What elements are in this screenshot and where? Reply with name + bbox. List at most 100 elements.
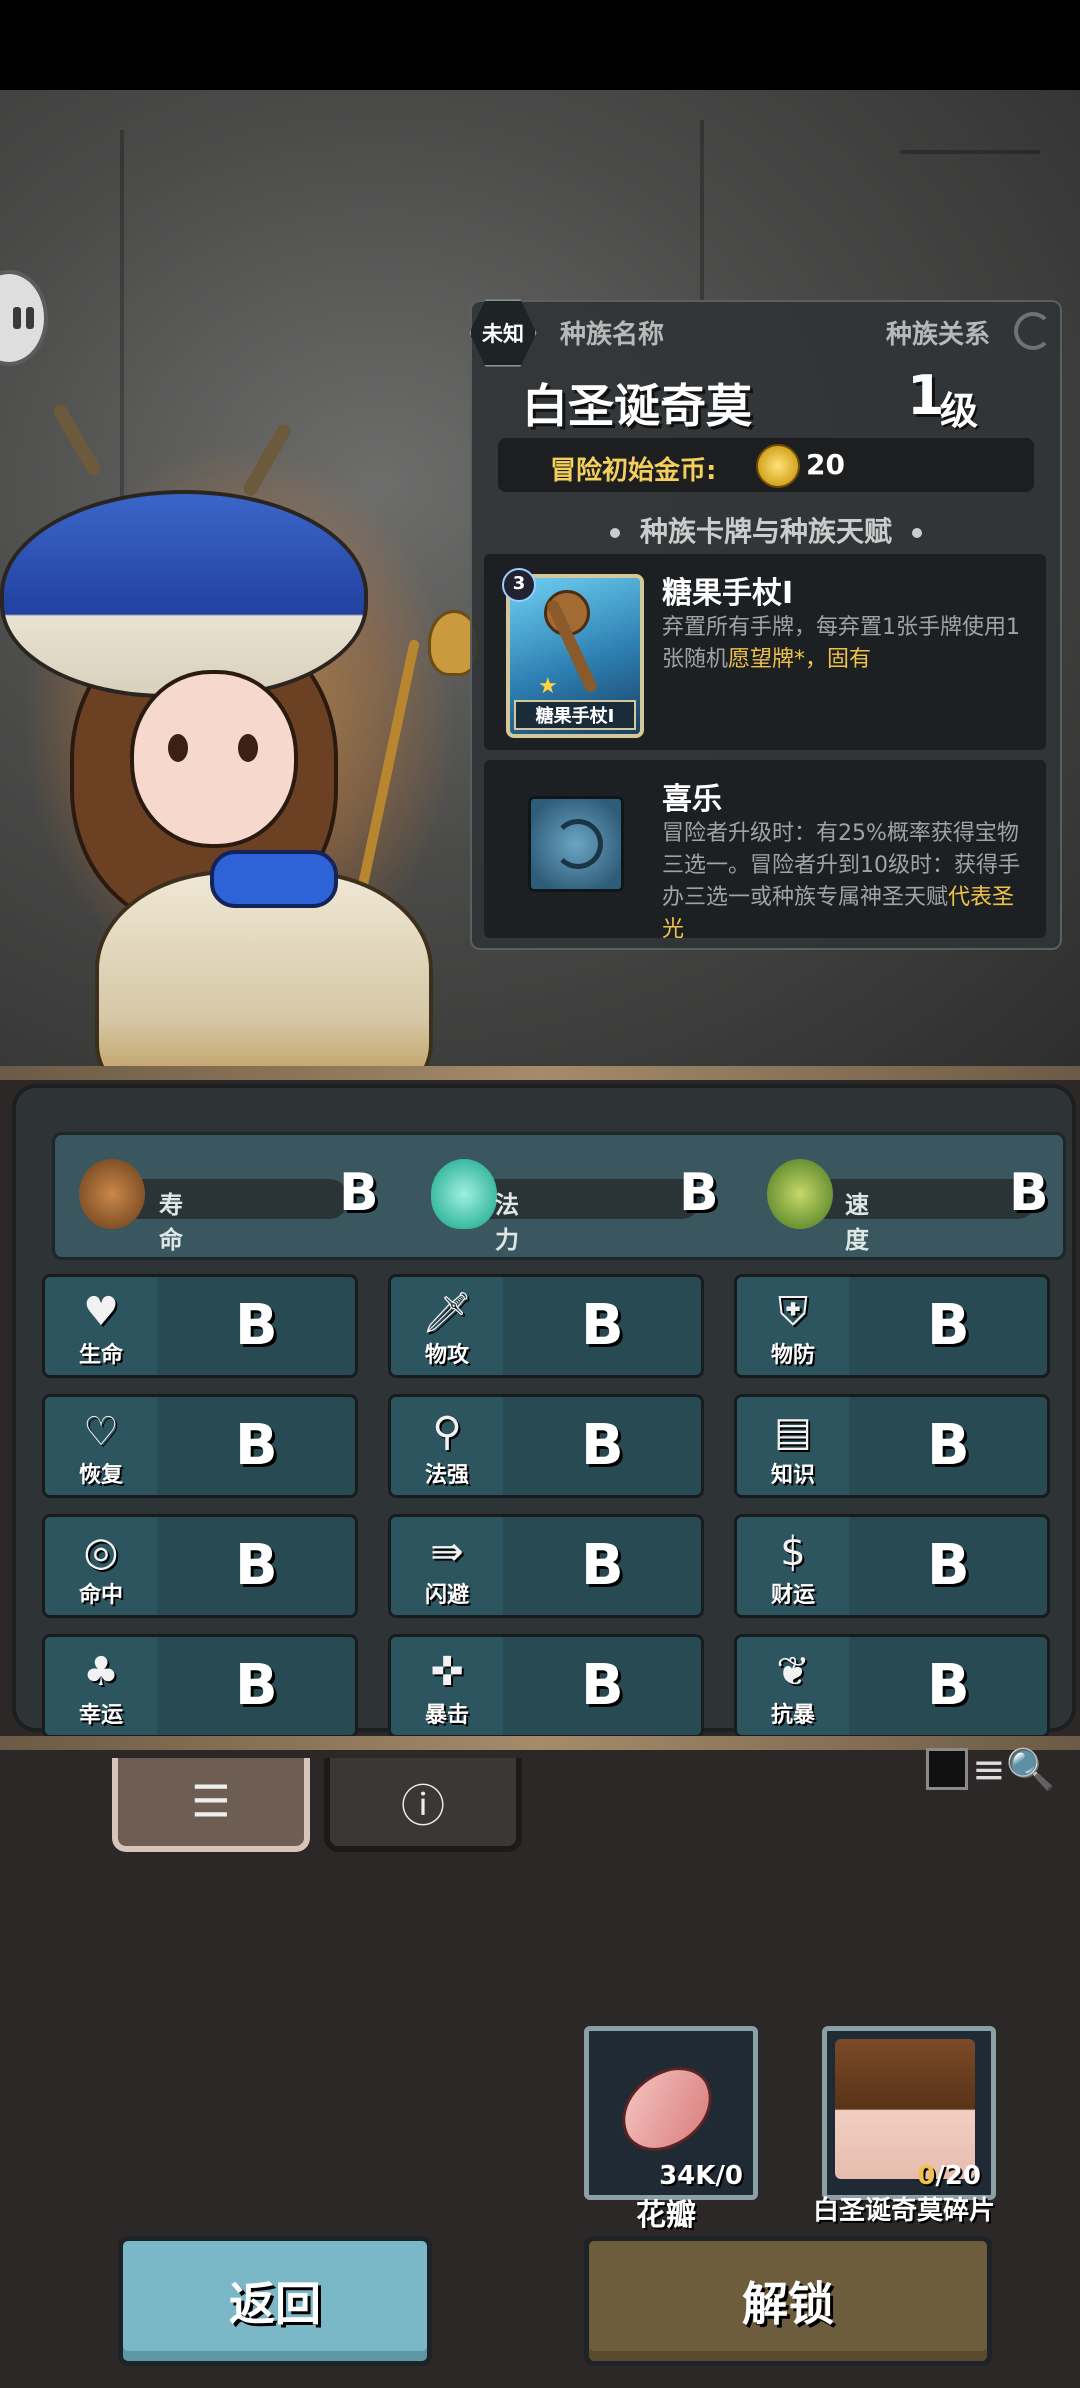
stat-fortune[interactable]: $ 财运 B — [734, 1514, 1050, 1618]
material-count: 34K/0 — [659, 2161, 743, 2191]
sword-icon: 🗡 — [421, 1289, 473, 1336]
swirl-icon[interactable] — [1014, 312, 1052, 350]
frame-border — [0, 1736, 1080, 1750]
stat-crit-resist[interactable]: ❦ 抗暴 B — [734, 1634, 1050, 1738]
character-portrait-icon — [835, 2039, 975, 2179]
stat-label: 财运 — [770, 1583, 815, 1608]
stat-grade: B — [581, 1293, 624, 1358]
armor-icon: ⛨ — [778, 1289, 808, 1335]
dot-icon — [609, 528, 620, 538]
wall-line — [900, 150, 1040, 154]
card-cost: 3 — [502, 568, 536, 602]
stat-luck[interactable]: ♣ 幸运 B — [42, 1634, 358, 1738]
joy-talent-icon — [528, 796, 624, 892]
character-art — [0, 380, 500, 1080]
dodge-icon: ⇛ — [430, 1529, 464, 1575]
clover-icon: ♣ — [83, 1649, 119, 1695]
stat-magic-power[interactable]: ⚲ 法强 B — [388, 1394, 704, 1498]
race-talent[interactable]: 喜乐 冒险者升级时：有25%概率获得宝物三选一。冒险者升到10级时：获得手办三选… — [484, 760, 1046, 942]
toggle-checkbox[interactable] — [926, 1748, 968, 1790]
stat-grade: B — [235, 1293, 278, 1358]
stat-label: 法强 — [424, 1463, 469, 1488]
starting-gold-bar: 冒险初始金币: 20 — [498, 438, 1034, 492]
stat-label: 物攻 — [424, 1343, 469, 1368]
material-name: 白圣诞奇莫碎片 — [812, 2196, 995, 2226]
primary-stats: 寿命 B 法力 B 速度 B — [52, 1132, 1066, 1260]
character-hat — [0, 490, 368, 698]
stat-label: 闪避 — [424, 1583, 469, 1608]
stat-physical-attack[interactable]: 🗡 物攻 B — [388, 1274, 704, 1378]
race-card[interactable]: 3 ★ 糖果手杖I 糖果手杖I 弃置所有手牌，每弃置1张手牌使用1张随机愿望牌*… — [484, 554, 1046, 750]
stat-label: 生命 — [78, 1343, 123, 1368]
stats-frame: 寿命 B 法力 B 速度 B ♥ 生命 B 🗡 物攻 B ⛨ 物防 B ♡ 恢复… — [0, 1066, 1080, 1793]
stat-label: 命中 — [78, 1583, 123, 1608]
card-title: 糖果手杖I — [662, 576, 794, 611]
level-unit: 级 — [940, 389, 979, 433]
stat-physical-defense[interactable]: ⛨ 物防 B — [734, 1274, 1050, 1378]
stat-label: 寿命 — [159, 1191, 183, 1254]
wall-line — [700, 120, 704, 300]
stat-grade: B — [927, 1413, 970, 1478]
stat-grade: B — [581, 1653, 624, 1718]
stat-label: 法力 — [495, 1191, 519, 1254]
card-thumbnail: 3 ★ 糖果手杖I — [502, 568, 644, 738]
heal-icon: ♡ — [83, 1409, 119, 1455]
race-name-label: 种族名称 — [560, 320, 665, 350]
tab-info[interactable]: ⓘ — [324, 1758, 522, 1852]
material-name: 花瓣 — [636, 2198, 696, 2233]
eye — [168, 734, 188, 762]
status-bar — [0, 0, 1080, 90]
stat-label: 知识 — [770, 1463, 815, 1488]
pause-icon-bar — [26, 307, 34, 329]
stat-accuracy[interactable]: ◎ 命中 B — [42, 1514, 358, 1618]
star-icon: ★ — [538, 674, 558, 699]
pause-button[interactable] — [0, 270, 48, 366]
info-icon: ⓘ — [401, 1781, 445, 1832]
stat-recovery[interactable]: ♡ 恢复 B — [42, 1394, 358, 1498]
stat-grade: B — [235, 1533, 278, 1598]
stats-panel: 寿命 B 法力 B 速度 B ♥ 生命 B 🗡 物攻 B ⛨ 物防 B ♡ 恢复… — [12, 1084, 1076, 1738]
stat-grade: B — [927, 1653, 970, 1718]
material-petal[interactable]: 34K/0 — [584, 2026, 758, 2200]
character-name: 白圣诞奇莫 — [522, 379, 752, 433]
stat-label: 恢复 — [78, 1463, 123, 1488]
starting-gold-value: 20 — [806, 448, 845, 481]
stat-grade: B — [581, 1533, 624, 1598]
stat-grade: B — [1009, 1163, 1049, 1223]
wing-icon — [767, 1159, 833, 1229]
count-need: /20 — [935, 2161, 981, 2191]
stat-knowledge[interactable]: ▤ 知识 B — [734, 1394, 1050, 1498]
stat-hp[interactable]: ♥ 生命 B — [42, 1274, 358, 1378]
coin-icon: $ — [780, 1529, 806, 1575]
stat-grade: B — [339, 1163, 379, 1223]
count-have: 0 — [917, 2161, 936, 2191]
race-relation-button[interactable]: 种族关系 — [886, 314, 990, 351]
stat-grade: B — [927, 1533, 970, 1598]
coin-icon — [756, 444, 800, 488]
character-bow — [210, 850, 338, 908]
frame-border — [0, 1066, 1080, 1080]
character-face — [130, 670, 298, 848]
tab-stats-list[interactable]: ☰ — [112, 1758, 310, 1852]
card-thumb-label: 糖果手杖I — [514, 700, 636, 730]
talent-title: 喜乐 — [662, 782, 722, 817]
search-list-icon[interactable]: ≡🔍 — [972, 1746, 1055, 1793]
stat-grade: B — [581, 1413, 624, 1478]
wand-icon: ⚲ — [432, 1409, 462, 1455]
stat-bar — [119, 1179, 349, 1219]
stat-critical[interactable]: ✜ 暴击 B — [388, 1634, 704, 1738]
back-button[interactable]: 返回 — [118, 2236, 432, 2366]
race-info-panel: 未知 种族名称 种族关系 白圣诞奇莫 1 级 冒险初始金币: 20 种族卡牌与种… — [469, 299, 1062, 950]
section-title: 种族卡牌与种族天赋 — [472, 510, 1060, 550]
target-icon: ◎ — [83, 1529, 119, 1575]
stat-grade: B — [235, 1653, 278, 1718]
stat-dodge[interactable]: ⇛ 闪避 B — [388, 1514, 704, 1618]
unlock-button[interactable]: 解锁 — [584, 2236, 992, 2366]
acorn-icon — [79, 1159, 145, 1229]
crit-icon: ✜ — [430, 1649, 464, 1695]
material-count: 0/20 — [917, 2161, 981, 2191]
material-fragment[interactable]: 0/20 — [822, 2026, 996, 2200]
stat-label: 抗暴 — [770, 1703, 815, 1728]
card-description: 弃置所有手牌，每弃置1张手牌使用1张随机愿望牌*，固有 — [662, 612, 1034, 676]
section-title-text: 种族卡牌与种族天赋 — [639, 515, 892, 548]
